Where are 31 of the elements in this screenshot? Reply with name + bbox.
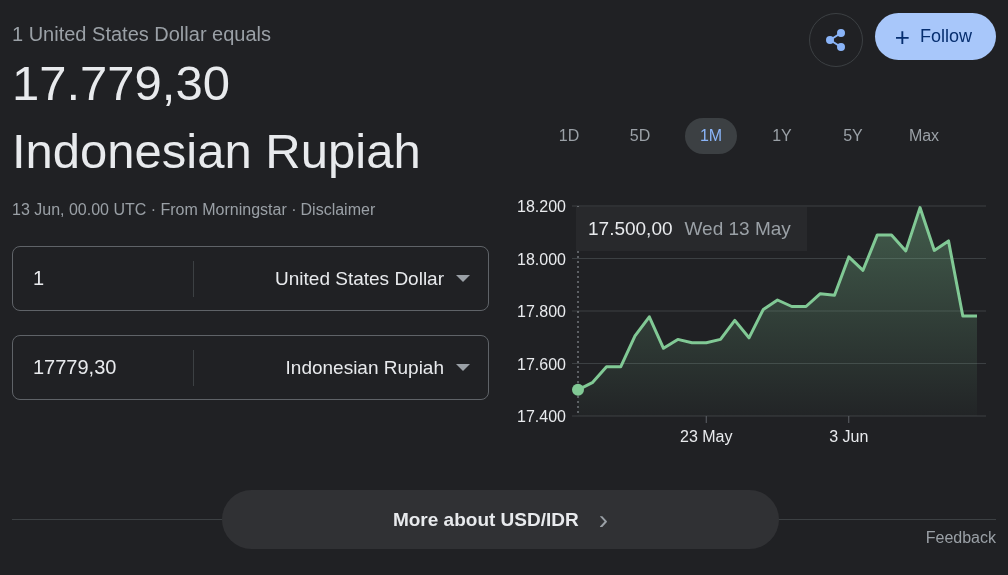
range-tab[interactable]: 1M — [685, 118, 737, 154]
range-tab[interactable]: 1D — [543, 118, 595, 154]
range-tab[interactable]: Max — [898, 118, 950, 154]
headline: 1 United States Dollar equals — [12, 22, 273, 47]
range-tab[interactable]: 1Y — [756, 118, 808, 154]
exchange-rate: 17.779,30 — [12, 55, 231, 112]
more-button[interactable]: More about USD/IDR › — [222, 490, 779, 549]
axis-label: 17.800 — [517, 303, 566, 320]
axis-label: 3 Jun — [829, 428, 869, 445]
amount-field[interactable]: 17779,30 — [33, 356, 183, 379]
disclaimer-link[interactable]: Disclaimer — [300, 201, 376, 219]
caret-icon — [456, 274, 470, 283]
follow-button[interactable]: + Follow — [874, 13, 996, 60]
share-icon — [825, 29, 846, 51]
currency-name: Indonesian Rupiah — [12, 123, 422, 180]
caret-icon — [456, 363, 470, 372]
point-marker — [572, 383, 584, 396]
source-text: 13 Jun, 00.00 UTC · From Morningstar · — [12, 201, 297, 219]
axis-label: 18.200 — [517, 198, 566, 215]
axis-label: 18.000 — [517, 250, 566, 268]
axis-label: 17.400 — [517, 408, 566, 425]
currency-dropdown[interactable]: United States Dollar — [194, 258, 488, 299]
currency-dropdown[interactable]: Indonesian Rupiah — [194, 347, 488, 388]
axis-label: 23 May — [680, 428, 733, 445]
tooltip-date: Wed 13 May — [684, 218, 791, 240]
tooltip-value: 17.500,00 — [588, 218, 673, 240]
range-tab[interactable]: 5Y — [827, 118, 879, 154]
axis-label: 17.600 — [517, 355, 566, 373]
feedback-link[interactable]: Feedback — [925, 529, 996, 547]
amount-field[interactable]: 1 — [33, 267, 183, 290]
range-tab[interactable]: 5D — [614, 118, 666, 154]
